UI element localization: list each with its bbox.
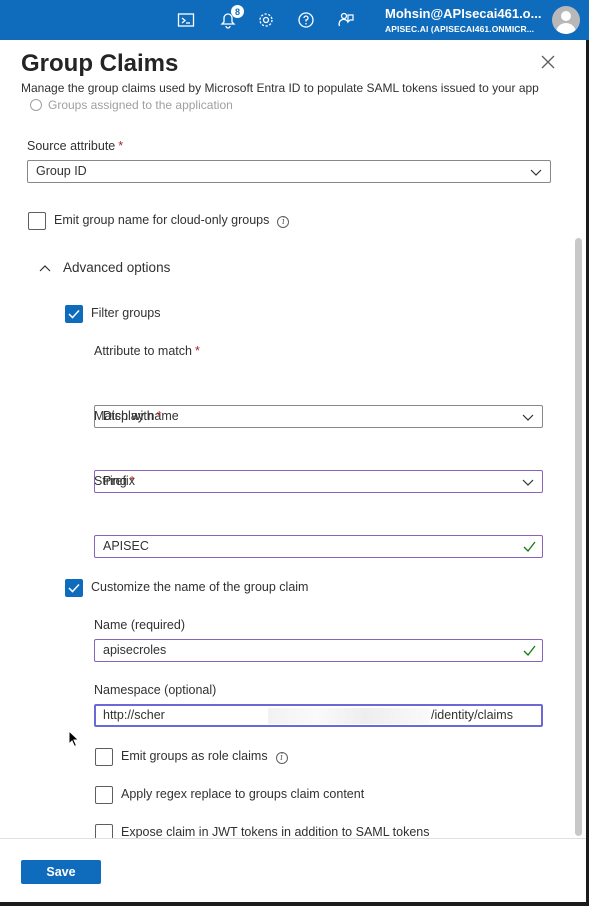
page-subtitle: Manage the group claims used by Microsof… [21,81,539,95]
page-title: Group Claims [21,50,179,77]
groups-assigned-label: Groups assigned to the application [48,98,233,112]
account-tenant: APISEC.AI (APISECAI461.ONMICR... [385,24,535,34]
apply-regex-checkbox[interactable] [95,786,113,804]
name-value: apisecroles [103,643,167,657]
advanced-options-toggle[interactable]: Advanced options [63,260,170,275]
chevron-down-icon [522,479,534,486]
string-label: String * [94,474,135,488]
emit-role-claims-checkbox[interactable] [95,748,113,766]
redacted-text [268,708,430,724]
portal-top-bar: 8 Mohsin@APIsecai461.o... APISEC.AI (API… [0,0,589,40]
name-input[interactable]: apisecroles [94,639,543,662]
filter-groups-label: Filter groups [91,306,161,320]
vertical-scrollbar[interactable] [575,238,582,836]
account-menu[interactable]: Mohsin@APIsecai461.o... APISEC.AI (APISE… [385,6,545,34]
save-button[interactable]: Save [21,860,101,884]
account-email: Mohsin@APIsecai461.o... [385,6,542,21]
form-scroll-area: Groups assigned to the application Sourc… [0,98,586,858]
groups-assigned-option[interactable]: Groups assigned to the application [30,98,233,112]
emit-cloud-only-label: Emit group name for cloud-only groups i [54,213,290,228]
chevron-down-icon [522,414,534,421]
valid-check-icon [523,645,536,656]
valid-check-icon [523,541,536,552]
notifications-icon[interactable]: 8 [218,5,244,30]
close-icon[interactable] [540,54,558,72]
chevron-down-icon [530,169,542,176]
namespace-value-end: /identity/claims [431,708,513,722]
name-label: Name (required) [94,618,186,632]
customize-name-checkbox[interactable] [65,579,83,597]
emit-role-claims-label: Emit groups as role claims i [121,749,288,764]
panel-footer: Save [0,838,586,902]
match-with-select[interactable]: Prefix [94,470,543,493]
string-input[interactable]: APISEC [94,535,543,558]
radio-icon [30,99,42,111]
filter-groups-checkbox[interactable] [65,305,83,323]
feedback-icon[interactable] [336,10,356,30]
checkmark-icon [68,309,80,319]
source-attribute-select[interactable]: Group ID [27,160,551,183]
group-claims-panel: Group Claims Manage the group claims use… [0,40,586,902]
mouse-cursor-icon [68,730,80,748]
avatar[interactable] [552,6,580,34]
cloud-shell-icon[interactable] [176,10,196,30]
emit-cloud-only-checkbox[interactable] [28,212,46,230]
match-with-label: Match with * [94,409,162,423]
help-icon[interactable] [296,10,316,30]
expose-jwt-label: Expose claim in JWT tokens in addition t… [121,825,430,839]
namespace-input[interactable]: http://scher /identity/claims [94,704,543,727]
apply-regex-label: Apply regex replace to groups claim cont… [121,787,365,801]
settings-icon[interactable] [256,10,276,30]
source-attribute-label: Source attribute * [27,139,124,153]
namespace-label: Namespace (optional) [94,683,217,697]
string-value: APISEC [103,539,149,553]
info-icon[interactable]: i [277,216,290,228]
checkmark-icon [68,583,80,593]
customize-name-label: Customize the name of the group claim [91,580,309,594]
namespace-value-start: http://scher [103,708,165,722]
chevron-up-icon[interactable] [39,263,51,275]
notification-count-badge: 8 [231,5,244,18]
source-attribute-value: Group ID [36,164,87,178]
info-icon[interactable]: i [275,752,288,764]
attribute-to-match-label: Attribute to match * [94,344,200,358]
